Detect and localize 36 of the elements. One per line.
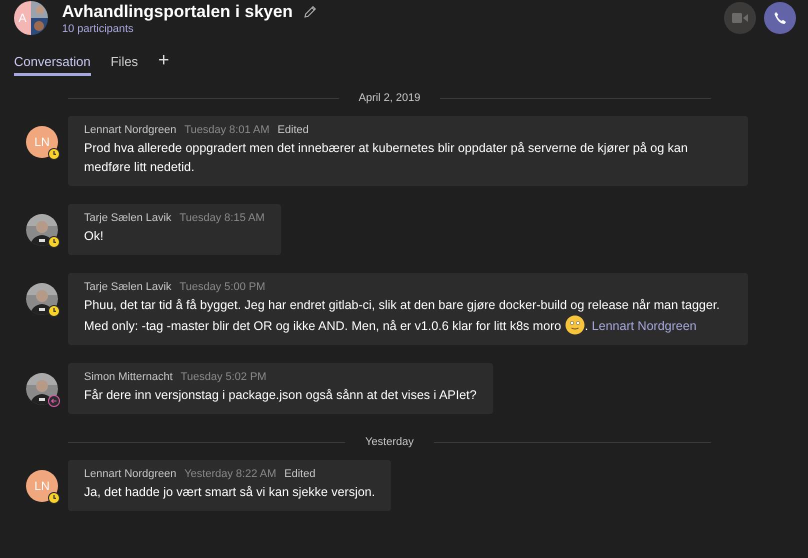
timestamp: Tuesday 5:02 PM	[180, 371, 266, 383]
author-name: Lennart Nordgreen	[84, 124, 176, 136]
timestamp: Tuesday 5:00 PM	[179, 281, 266, 293]
message-text: Ok!	[84, 228, 104, 245]
edited-label: Edited	[278, 124, 309, 136]
author-name: Simon Mitternacht	[84, 371, 173, 383]
avatar-initials: LN	[26, 470, 58, 502]
clock-icon	[48, 148, 60, 160]
timestamp: Tuesday 8:01 AM	[184, 124, 270, 136]
clock-icon	[48, 492, 60, 504]
timestamp: Tuesday 8:15 AM	[179, 212, 265, 224]
phone-icon	[773, 11, 787, 25]
participants-count[interactable]: 10 participants	[62, 22, 317, 34]
video-camera-icon	[732, 13, 748, 23]
author-name: Tarje Sælen Lavik	[84, 281, 172, 293]
date-divider: April 2, 2019	[358, 92, 420, 104]
timestamp: Yesterday 8:22 AM	[184, 468, 276, 480]
tab[interactable]: Files	[110, 54, 138, 76]
clock-icon	[48, 236, 60, 248]
add-tab-button[interactable]: +	[158, 50, 170, 80]
date-divider: Yesterday	[365, 436, 414, 448]
author-name: Lennart Nordgreen	[84, 468, 176, 480]
message-text: Får dere inn versjonstag i package.json også sånn at det vises i APIet?	[84, 387, 477, 404]
message-text: Phuu, det tar tid å få bygget. Jeg har endret gitlab-ci, slik at den bare gjøre docker-build og release når man tagger. Med only: -tag -master blir det OR og ikke AND. Men, nå er v1.0.6 klar for litt k8s moro . Lennart Nordgreen	[84, 297, 721, 336]
smiley-icon	[564, 315, 585, 335]
video-call-button[interactable]	[724, 2, 756, 34]
tab[interactable]: Conversation	[14, 54, 91, 76]
pencil-icon[interactable]	[302, 4, 317, 18]
chat-title: Avhandlingsportalen i skyen	[62, 2, 293, 22]
edited-label: Edited	[284, 468, 316, 480]
clock-icon	[48, 305, 60, 317]
message-text: Ja, det hadde jo vært smart så vi kan sjekke versjon.	[84, 484, 376, 501]
author-name: Tarje Sælen Lavik	[84, 212, 172, 224]
avatar-initials: LN	[26, 126, 58, 158]
message-text: Prod hva allerede oppgradert men det innebærer at kubernetes blir oppdater på serverne de kjører på og kan medføre litt nedetid.	[84, 140, 689, 176]
phone-call-button[interactable]	[764, 2, 796, 34]
